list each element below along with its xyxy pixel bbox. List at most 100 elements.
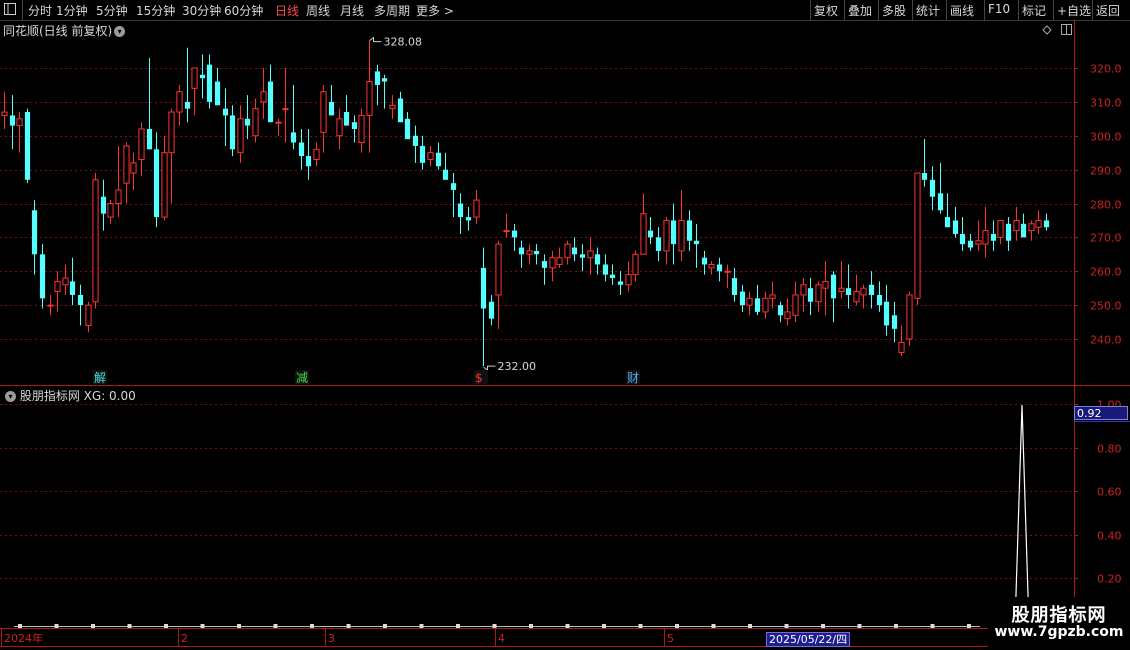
indicator-tick-label: 0.80 [1097,443,1122,456]
time-scrollbar-dot [237,624,241,628]
event-marker[interactable]: 财 [627,371,639,385]
candle-body [176,91,183,113]
candle-body [298,142,305,157]
candle-body [724,270,731,273]
chevron-down-icon[interactable]: ▾ [114,26,126,37]
indicator-tick-label: 0.20 [1097,573,1122,586]
candle-body [138,128,145,160]
event-marker[interactable]: $ [475,371,483,385]
event-marker[interactable]: 解 [94,371,106,385]
candle-body [427,152,434,160]
diamond-icon[interactable] [1042,25,1052,35]
candle-body [146,128,153,150]
candle-body [62,277,69,286]
candle-body [153,149,160,218]
candle-body [830,274,837,299]
candle-body [556,257,563,265]
candle-body [381,78,388,82]
candle-body [876,294,883,306]
candle-body [686,220,693,241]
candle-body [815,284,822,303]
price-tick-label: 290.0 [1090,165,1122,178]
time-scrollbar-dot [91,624,95,628]
candle-body [952,220,959,234]
candle-body [397,98,404,123]
candle-body [762,297,769,313]
candle-body [777,305,784,316]
time-scrollbar-dot [310,624,314,628]
candle-body [214,81,221,106]
candle-body [374,71,381,85]
indicator-tick-label: 0.60 [1097,486,1122,499]
candle-body [54,280,61,293]
candle-body [746,297,753,306]
candle-body [473,199,480,218]
price-tick-label: 240.0 [1090,334,1122,347]
time-scrollbar-dot [675,624,679,628]
time-scrollbar-dot [346,624,351,628]
candle-body [898,341,905,354]
candle-body [199,74,206,79]
time-scrollbar-dot [894,624,898,628]
candle-body [1020,223,1027,238]
candle-body [115,189,122,204]
candle-body [282,108,289,111]
candle-body [1028,223,1035,232]
candle-body [967,240,974,248]
indicator-title[interactable]: ▾ 股朋指标网 XG: 0.00 [3,387,136,404]
candle-body [944,217,951,228]
candle-body [366,81,373,116]
candle-body [85,304,92,326]
candle-body [853,291,860,303]
candle-body [609,274,616,279]
candle-body [860,287,867,296]
candle-body [625,274,632,286]
candle-body [914,172,921,299]
candle-body [549,257,556,269]
candle-body [526,250,533,255]
candle-body [168,111,175,154]
selected-date-label: 2025/05/22/四 [766,632,851,647]
candle-body [602,264,609,275]
event-marker[interactable]: 减 [296,371,308,385]
candle-body [807,288,814,302]
candle-body [442,169,449,180]
candlestick-chart[interactable]: 320.0 310.0 300.0 290.0 280.0 270.0 260.0 250.0… [0,0,1130,650]
time-axis-label: 4 [498,632,505,645]
indicator-name: 股朋指标网 [19,389,80,403]
time-scrollbar-dot [602,624,606,628]
candle-body [975,240,982,245]
candle-body [252,108,259,137]
time-axis-label: 2024年 [4,631,43,645]
chevron-down-icon[interactable]: ▾ [5,391,16,402]
time-scrollbar-dot [821,624,825,628]
candle-body [822,280,829,289]
time-scrollbar-dot [54,624,59,628]
candle-body [107,203,114,218]
candle-body [77,294,84,306]
candle-body [191,67,198,89]
candle-body [358,114,365,144]
indicator-tick-label: 0.40 [1097,530,1122,543]
candle-body [594,254,601,265]
candle-body [16,118,23,127]
candle-body [206,64,213,102]
candle-body [47,304,54,307]
candle-body [739,291,746,306]
time-scrollbar-dot [200,624,205,628]
candle-body [678,219,685,252]
candle-body [701,257,708,265]
time-scrollbar-dot [492,624,497,628]
candle-body [647,230,654,238]
time-scrollbar-dot [930,624,935,628]
candle-body [313,148,320,160]
main-chart-title[interactable]: 同花顺(日线 前复权) ▾ [3,22,126,39]
candle-body [1035,219,1042,228]
time-scrollbar-dot [18,624,22,628]
price-tick-label: 320.0 [1090,63,1122,76]
watermark: 股朋指标网 www.7gpzb.com [988,597,1130,650]
candle-body [632,253,639,276]
candle-body [982,230,989,245]
candle-body [419,145,426,163]
min-price-label: 232.00 [498,360,537,373]
